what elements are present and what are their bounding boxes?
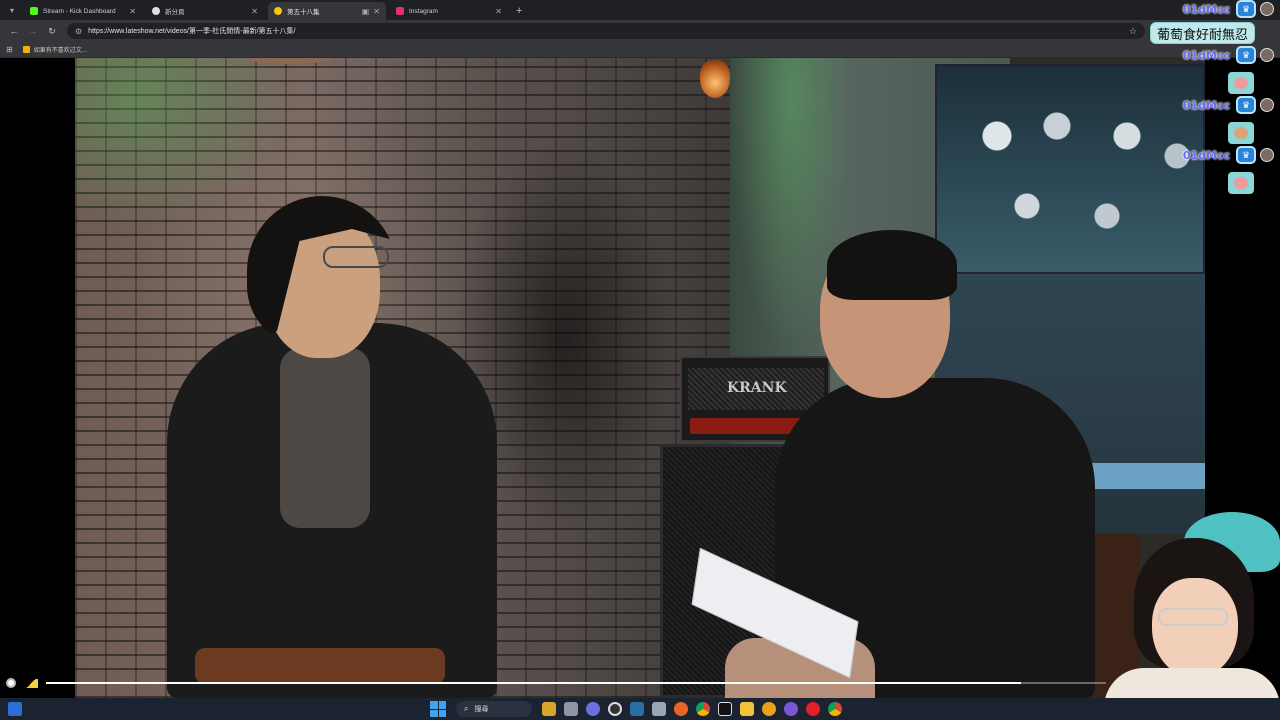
avatar	[1260, 48, 1274, 62]
emote-icon	[1228, 72, 1254, 94]
chat-message-row: 01dMcc ♛	[1183, 46, 1274, 64]
reload-icon[interactable]: ↻	[44, 26, 60, 37]
amp-brand-logo: KRANK	[727, 380, 787, 396]
app-icon-discord[interactable]	[586, 702, 600, 716]
bookmarks-bar: ⊞ 如果有不喜欢过文…	[0, 42, 1280, 58]
chat-message-row: 01dMcc ♛	[1183, 0, 1274, 18]
tab-close-icon[interactable]: ✕	[495, 7, 502, 16]
lateshow-favicon-icon	[274, 7, 282, 15]
video-frame: KRANK	[75, 58, 1205, 698]
app-icon-obs[interactable]	[608, 702, 622, 716]
address-bar[interactable]: ⚙ https://www.lateshow.net/videos/第一季-杜氏…	[67, 23, 1145, 39]
guest-glasses	[323, 246, 389, 268]
app-icon-steam[interactable]	[630, 702, 644, 716]
tab-new-tab[interactable]: 新分頁 ✕	[146, 2, 264, 20]
emote-face-icon	[1234, 77, 1248, 89]
bookmark-item[interactable]: 如果有不喜欢过文…	[22, 45, 88, 54]
chat-username: 01dMcc	[1182, 2, 1230, 16]
green-light	[75, 58, 295, 228]
crown-badge-icon: ♛	[1236, 46, 1256, 64]
crown-badge-icon: ♛	[1236, 0, 1256, 18]
search-label: 搜尋	[474, 706, 489, 713]
tab-close-icon[interactable]: ✕	[129, 7, 136, 16]
emote-face-icon	[1234, 177, 1248, 189]
bookmark-star-icon[interactable]: ☆	[1129, 26, 1137, 37]
app-icon-capcut[interactable]	[718, 702, 732, 716]
browser-toolbar: ← → ↻ ⚙ https://www.lateshow.net/videos/…	[0, 20, 1280, 42]
avatar	[1260, 2, 1274, 16]
tab-title: 新分頁	[165, 9, 185, 16]
bookmark-folder-icon	[22, 46, 30, 53]
crown-badge-icon: ♛	[1236, 146, 1256, 164]
app-icon-mail[interactable]	[652, 702, 666, 716]
app-icon-chrome[interactable]	[696, 702, 710, 716]
play-toggle-icon[interactable]	[6, 678, 16, 688]
app-icon-chrome-2[interactable]	[828, 702, 842, 716]
bookmark-label: 如果有不喜欢过文…	[33, 48, 88, 54]
site-info-icon[interactable]: ⚙	[75, 27, 82, 36]
chat-message-row: 01dMcc ♛	[1183, 146, 1274, 164]
browser-tab-bar: ▾ Stream - Kick Dashboard ✕ 新分頁 ✕ 第五十八集 …	[0, 0, 1280, 20]
app-icon-game[interactable]	[542, 702, 556, 716]
chat-message-row: 01dMcc ♛	[1183, 96, 1274, 114]
video-player[interactable]: KRANK	[0, 58, 1280, 698]
tab-instagram[interactable]: Instagram ✕	[390, 2, 508, 20]
avatar	[1260, 148, 1274, 162]
new-tab-plus-icon[interactable]: +	[516, 5, 522, 17]
tab-mute-icon[interactable]: ▣	[362, 7, 370, 16]
tab-title: 第五十八集	[287, 9, 320, 16]
screen: ▾ Stream - Kick Dashboard ✕ 新分頁 ✕ 第五十八集 …	[0, 0, 1280, 720]
streamer-glasses	[1158, 608, 1228, 626]
emote-icon	[1228, 122, 1254, 144]
kick-favicon-icon	[30, 7, 38, 15]
forward-arrow-icon[interactable]: →	[25, 26, 41, 36]
app-icon-coin[interactable]	[762, 702, 776, 716]
emote-face-icon	[1234, 127, 1248, 139]
back-arrow-icon[interactable]: ←	[6, 26, 22, 36]
app-icon-chat[interactable]	[784, 702, 798, 716]
tab-kick-dashboard[interactable]: Stream - Kick Dashboard ✕	[24, 2, 142, 20]
taskbar: ⌕ 搜尋	[0, 698, 1280, 720]
chat-username: 01dMcc	[1182, 98, 1230, 112]
taskbar-center: ⌕ 搜尋	[430, 700, 846, 718]
tab-title: Stream - Kick Dashboard	[43, 7, 116, 15]
search-icon: ⌕	[464, 704, 469, 713]
tab-close-icon[interactable]: ✕	[251, 7, 258, 16]
instagram-favicon-icon	[396, 7, 404, 15]
crown-badge-icon: ♛	[1236, 96, 1256, 114]
apps-grid-icon[interactable]: ⊞	[6, 45, 13, 54]
progress-bar[interactable]	[46, 682, 1106, 684]
widgets-icon[interactable]	[8, 702, 22, 716]
tab-episode-58[interactable]: 第五十八集 ▣ ✕	[268, 2, 386, 20]
guest-shirt	[280, 348, 370, 528]
host-hair	[827, 230, 957, 300]
webcam-overlay	[1104, 508, 1280, 720]
emote-icon	[1228, 172, 1254, 194]
avatar	[1260, 98, 1274, 112]
task-view-icon[interactable]	[564, 702, 578, 716]
file-explorer-icon[interactable]	[740, 702, 754, 716]
app-icon-firefox[interactable]	[674, 702, 688, 716]
newtab-favicon-icon	[152, 7, 160, 15]
progress-fill	[46, 682, 1022, 684]
pendant-lamp	[700, 60, 730, 98]
tab-close-icon[interactable]: ✕	[373, 7, 380, 16]
chat-username: 01dMcc	[1182, 48, 1230, 62]
volume-icon[interactable]	[24, 679, 38, 688]
tab-title: Instagram	[409, 7, 438, 15]
app-icon-opera[interactable]	[806, 702, 820, 716]
tab-search-icon[interactable]: ▾	[4, 2, 20, 18]
url-text: https://www.lateshow.net/videos/第一季-杜氏閒情…	[88, 28, 296, 35]
taskbar-search[interactable]: ⌕ 搜尋	[456, 701, 532, 717]
chat-message-text: 葡萄食好耐無忍	[1150, 22, 1256, 44]
chat-username: 01dMcc	[1182, 148, 1230, 162]
windows-start-icon[interactable]	[430, 701, 446, 717]
video-controls	[0, 677, 1280, 691]
streamer-face	[1152, 578, 1238, 678]
